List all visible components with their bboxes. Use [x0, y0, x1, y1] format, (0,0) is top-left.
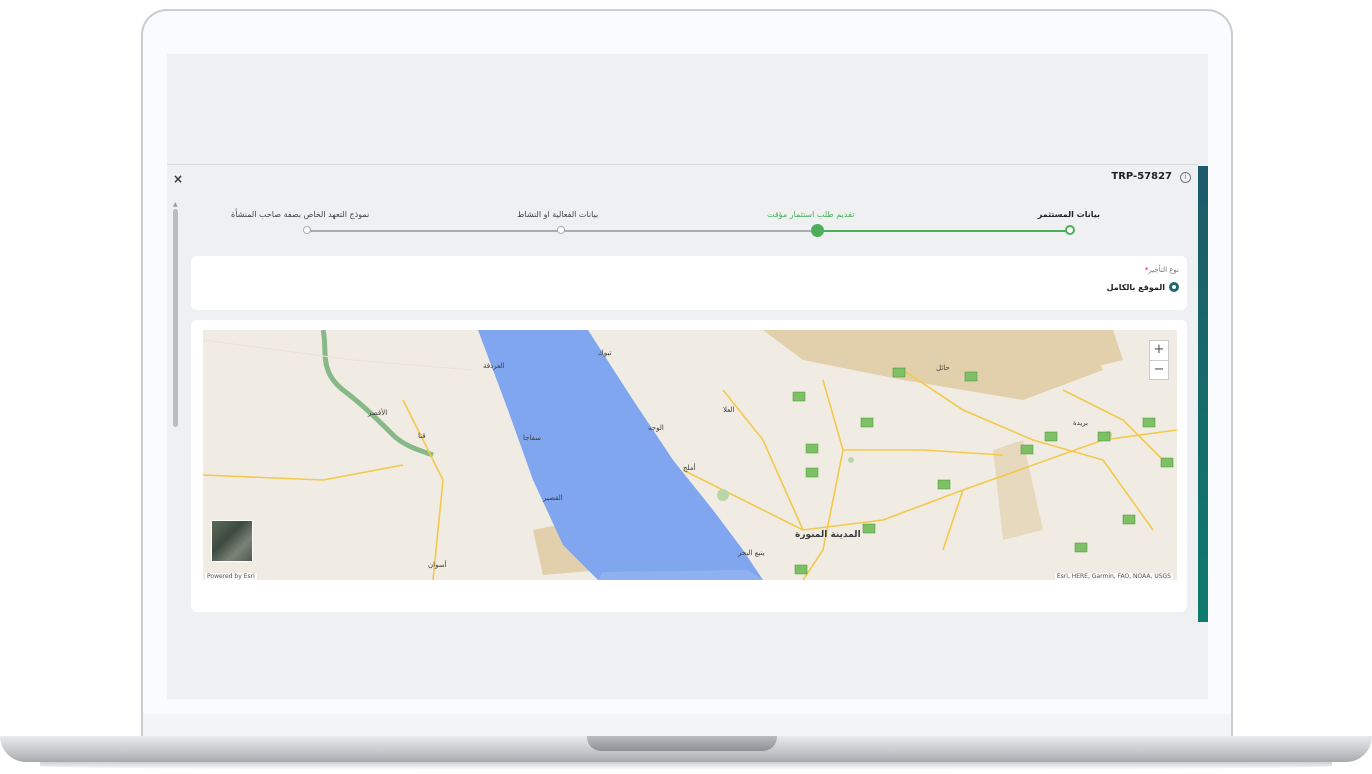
close-button[interactable]: ×	[173, 172, 183, 186]
lease-type-option[interactable]: الموقع بالكامل	[1107, 282, 1179, 292]
request-reference: TRP-57827	[1111, 171, 1172, 182]
app-screen: × TRP-57827 i ▲ بيانات المستثمر تقديم طل…	[167, 54, 1208, 699]
step-4-label[interactable]: نموذج التعهد الخاص بصفة صاحب المنشأة	[231, 210, 369, 219]
scrollbar[interactable]: ▲	[171, 201, 180, 626]
progress-stepper: بيانات المستثمر تقديم طلب استثمار مؤقت ب…	[167, 204, 1208, 244]
step-1-dot[interactable]	[1065, 225, 1075, 235]
basemap-toggle[interactable]	[211, 520, 253, 562]
map-label-city-14: أملج	[683, 463, 696, 472]
zoom-out-button[interactable]: −	[1150, 360, 1168, 380]
step-2-dot[interactable]	[811, 224, 824, 237]
map-label-city-2: حائل	[936, 364, 950, 372]
powered-by-esri[interactable]: Powered by Esri	[205, 573, 257, 580]
laptop-shadow	[40, 762, 1332, 770]
screen-bezel-bottom	[143, 714, 1231, 736]
map-label-city-11: الأقصر	[367, 408, 387, 417]
step-4-dot[interactable]	[303, 226, 311, 234]
map-label-city-5: تبوك	[598, 349, 611, 357]
lease-type-label-text: نوع التأجير	[1148, 266, 1179, 274]
map-label-city-4: العلا	[723, 406, 735, 414]
map-label-city-9: القصير	[542, 494, 563, 502]
map-attribution: Esri, HERE, Garmin, FAO, NOAA, USGS	[1054, 573, 1173, 580]
step-1-label[interactable]: بيانات المستثمر	[1038, 210, 1100, 219]
stepper-track-complete	[817, 230, 1071, 232]
lease-type-label: نوع التأجير*	[1145, 266, 1179, 274]
map-label-city-13: الوجه	[648, 424, 664, 432]
map-label-city-6: ينبع البحر	[737, 549, 765, 557]
map-label-city-7: الغردقة	[483, 362, 505, 370]
map-view[interactable]: المدينة المنورة حائل بريدة العلا تبوك ين…	[203, 330, 1177, 580]
map-label-city-10: أسوان	[428, 560, 447, 569]
laptop-notch	[587, 736, 777, 751]
modal-top-divider	[167, 164, 1198, 165]
map-label-city-8: سفاجا	[523, 434, 541, 442]
info-icon[interactable]: i	[1180, 172, 1191, 183]
map-label-city-12: قنا	[418, 432, 426, 440]
zoom-control: + −	[1149, 340, 1169, 380]
step-3-dot[interactable]	[557, 226, 565, 234]
radio-selected-icon[interactable]	[1169, 282, 1179, 292]
zoom-in-button[interactable]: +	[1150, 341, 1168, 360]
map-label-city-3: بريدة	[1073, 419, 1088, 427]
map-card: المدينة المنورة حائل بريدة العلا تبوك ين…	[191, 320, 1187, 612]
lease-type-option-label[interactable]: الموقع بالكامل	[1107, 283, 1165, 292]
map-canvas[interactable]: المدينة المنورة حائل بريدة العلا تبوك ين…	[203, 330, 1177, 580]
step-2-label[interactable]: تقديم طلب استثمار مؤقت	[767, 210, 854, 219]
map-label-city-1: المدينة المنورة	[795, 530, 861, 540]
step-3-label[interactable]: بيانات الفعالية او النشاط	[517, 210, 598, 219]
lease-type-card: نوع التأجير* الموقع بالكامل	[191, 256, 1187, 310]
